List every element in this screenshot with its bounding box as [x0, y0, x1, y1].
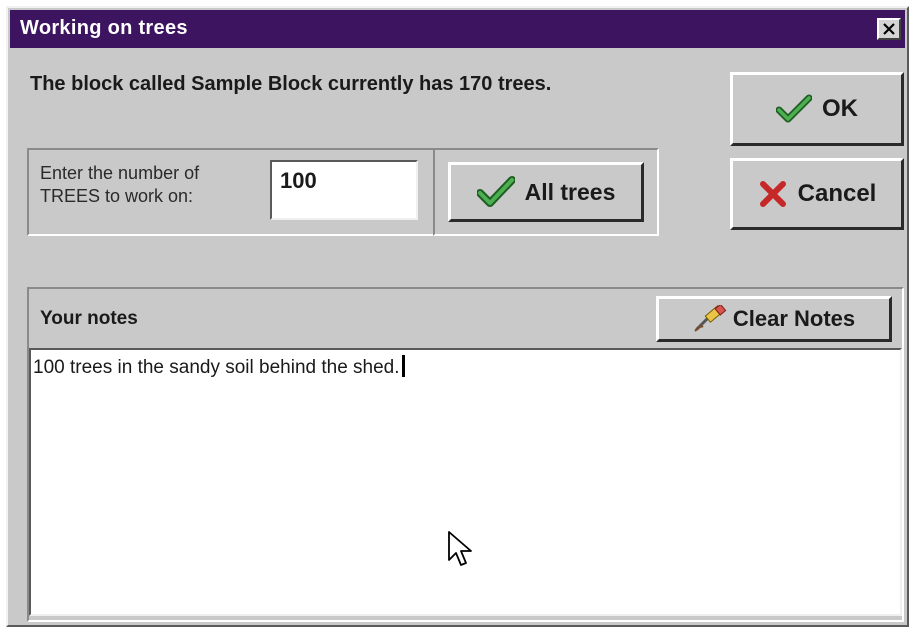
ok-button[interactable]: OK [730, 72, 904, 146]
notes-content: 100 trees in the sandy soil behind the s… [33, 357, 400, 378]
prompt-line-1: Enter the number of [40, 163, 200, 183]
all-trees-label: All trees [524, 178, 616, 205]
text-caret [401, 355, 405, 377]
eraser-icon [694, 305, 727, 332]
clear-notes-label: Clear Notes [732, 306, 856, 331]
clear-notes-button[interactable]: Clear Notes [656, 296, 892, 342]
notes-textarea[interactable]: 100 trees in the sandy soil behind the s… [29, 348, 902, 616]
x-icon [759, 181, 786, 207]
window-title: Working on trees [20, 17, 188, 39]
close-button[interactable] [877, 18, 901, 40]
cancel-button[interactable]: Cancel [730, 158, 904, 230]
title-bar[interactable]: Working on trees [10, 10, 905, 48]
block-info-message: The block called Sample Block currently … [30, 73, 552, 95]
checkmark-icon [476, 176, 515, 207]
all-trees-button[interactable]: All trees [448, 162, 644, 222]
prompt-line-2: TREES to work on: [40, 186, 194, 206]
cancel-label: Cancel [797, 180, 877, 207]
tree-count-prompt: Enter the number of TREES to work on: [40, 162, 270, 208]
notes-label: Your notes [40, 308, 138, 329]
ok-label: OK [822, 95, 858, 122]
close-icon [883, 23, 895, 35]
tree-count-input[interactable]: 100 [270, 160, 418, 220]
checkmark-icon [776, 94, 812, 123]
mouse-pointer-icon [448, 531, 472, 566]
